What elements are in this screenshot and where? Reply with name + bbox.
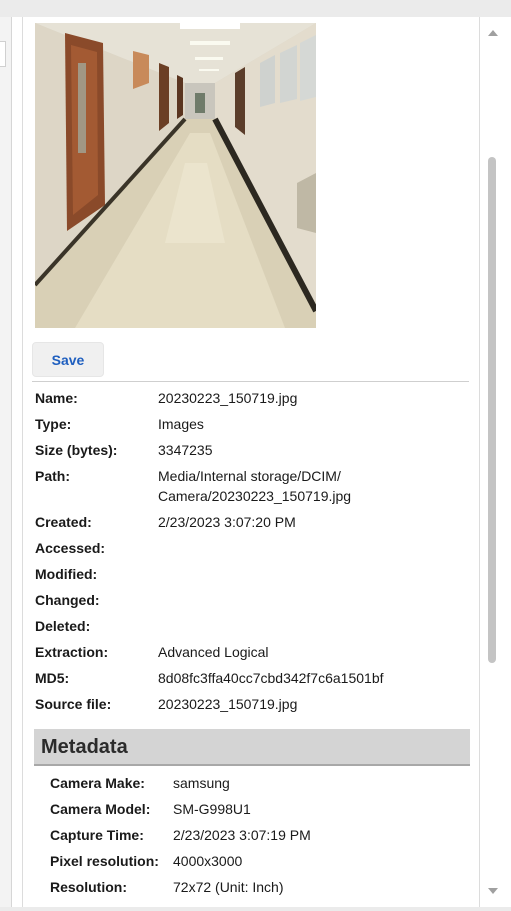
property-label: Extraction: xyxy=(35,644,109,660)
left-pane-tab[interactable] xyxy=(0,41,6,67)
property-value xyxy=(158,590,465,610)
property-value: Images xyxy=(158,416,204,432)
property-row: Camera Model: SM-G998U1 xyxy=(50,799,460,819)
property-row: Deleted: xyxy=(35,616,465,636)
property-row: Extraction: Advanced Logical xyxy=(35,642,465,662)
property-value: 72x72 (Unit: Inch) xyxy=(173,879,284,895)
property-label: Camera Model: xyxy=(50,801,151,817)
property-value: 20230223_150719.jpg xyxy=(158,696,298,712)
left-pane-edge xyxy=(0,17,12,907)
property-value xyxy=(158,564,465,584)
bottom-strip xyxy=(0,907,511,911)
property-label: Type: xyxy=(35,416,72,432)
property-value: 8d08fc3ffa40cc7cbd342f7c6a1501bf xyxy=(158,670,384,686)
hallway-photo xyxy=(35,23,316,328)
metadata-title: Metadata xyxy=(41,736,128,758)
property-label: Source file: xyxy=(35,696,112,712)
scroll-down-arrow-icon[interactable] xyxy=(488,888,498,894)
property-value: Advanced Logical xyxy=(158,644,269,660)
property-row: Capture Time: 2/23/2023 3:07:19 PM xyxy=(50,825,460,845)
property-row: Path: Media/Internal storage/DCIM/ Camera… xyxy=(35,466,465,506)
property-value: Media/Internal storage/DCIM/ Camera/2023… xyxy=(158,468,352,504)
property-label: Deleted: xyxy=(35,618,91,634)
property-label: Camera Make: xyxy=(50,775,145,791)
property-row: Camera Make: samsung xyxy=(50,773,460,793)
property-value: samsung xyxy=(173,775,230,791)
property-label: Pixel resolution: xyxy=(50,853,159,869)
property-row: Source file: 20230223_150719.jpg xyxy=(35,694,465,714)
property-row: Resolution: 72x72 (Unit: Inch) xyxy=(50,877,460,897)
file-details-panel: Save Name: 20230223_150719.jpg Type: Images… xyxy=(22,17,480,907)
property-label: Capture Time: xyxy=(50,827,144,843)
property-row: Size (bytes): 3347235 xyxy=(35,440,465,460)
property-value: 2/23/2023 3:07:19 PM xyxy=(173,827,311,843)
property-value: 20230223_150719.jpg xyxy=(158,390,298,406)
property-label: Name: xyxy=(35,390,78,406)
property-label: MD5: xyxy=(35,670,70,686)
property-row: MD5: 8d08fc3ffa40cc7cbd342f7c6a1501bf xyxy=(35,668,465,688)
scroll-thumb[interactable] xyxy=(488,157,496,663)
vertical-scrollbar[interactable] xyxy=(483,26,503,900)
property-label: Changed: xyxy=(35,592,100,608)
property-value: 2/23/2023 3:07:20 PM xyxy=(158,514,296,530)
property-label: Resolution: xyxy=(50,879,127,895)
metadata-properties: Camera Make: samsung Camera Model: SM-G998U… xyxy=(50,773,460,903)
property-value: 4000x3000 xyxy=(173,853,243,869)
property-label: Path: xyxy=(35,468,70,484)
property-row: Changed: xyxy=(35,590,465,610)
property-label: Size (bytes): xyxy=(35,442,118,458)
scroll-up-arrow-icon[interactable] xyxy=(488,30,498,36)
property-value: SM-G998U1 xyxy=(173,801,251,817)
property-value xyxy=(158,538,465,558)
image-preview xyxy=(35,23,316,328)
property-label: Created: xyxy=(35,514,92,530)
save-button[interactable]: Save xyxy=(32,342,104,377)
property-label: Modified: xyxy=(35,566,98,582)
divider xyxy=(32,381,469,382)
property-value: 3347235 xyxy=(158,442,213,458)
property-label: Accessed: xyxy=(35,540,106,556)
property-row: Modified: xyxy=(35,564,465,584)
property-value xyxy=(158,616,465,636)
property-row: Created: 2/23/2023 3:07:20 PM xyxy=(35,512,465,532)
metadata-section-header: Metadata xyxy=(34,729,470,766)
property-row: Type: Images xyxy=(35,414,465,434)
file-properties: Name: 20230223_150719.jpg Type: Images Size … xyxy=(35,388,465,720)
property-row: Accessed: xyxy=(35,538,465,558)
property-row: Name: 20230223_150719.jpg xyxy=(35,388,465,408)
property-row: Pixel resolution: 4000x3000 xyxy=(50,851,460,871)
top-toolbar-strip xyxy=(0,0,511,17)
